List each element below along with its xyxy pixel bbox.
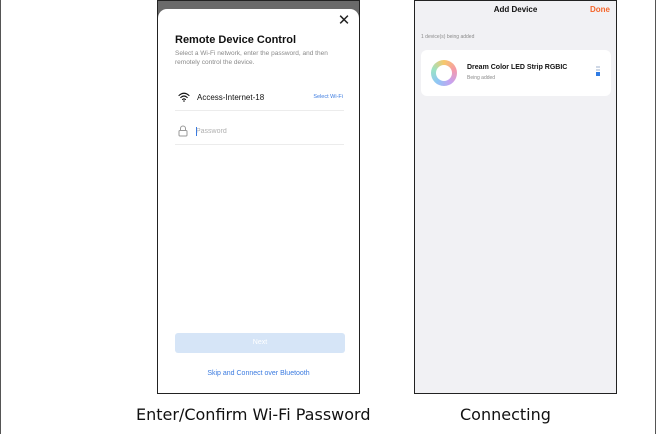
page: ✕ Remote Device Control Select a Wi-Fi n…: [0, 0, 657, 434]
frame-right-border: [655, 0, 656, 434]
add-device-header: Add Device Done: [415, 1, 616, 21]
add-device-title: Add Device: [493, 5, 538, 14]
skip-bluetooth-link[interactable]: Skip and Connect over Bluetooth: [158, 370, 359, 377]
wifi-icon: [178, 92, 190, 102]
wifi-network-name: Access-Internet-18: [197, 93, 265, 102]
lock-icon: [178, 125, 188, 137]
add-device-screen: Add Device Done 1 device(s) being added …: [414, 0, 617, 394]
device-name: Dream Color LED Strip RGBIC: [467, 64, 568, 71]
sheet-description: Select a Wi-Fi network, enter the passwo…: [175, 50, 328, 66]
wifi-network-row[interactable]: Access-Internet-18 Select Wi-Fi: [175, 89, 344, 111]
caption-connecting: Connecting: [460, 405, 551, 424]
remote-control-sheet: ✕ Remote Device Control Select a Wi-Fi n…: [158, 9, 359, 393]
next-button[interactable]: Next: [175, 333, 345, 353]
text-caret: [196, 127, 197, 136]
device-ring-icon: [431, 60, 457, 86]
done-button[interactable]: Done: [590, 5, 610, 14]
select-wifi-link[interactable]: Select Wi-Fi: [313, 94, 343, 100]
password-row: [175, 121, 344, 145]
wifi-password-screen: ✕ Remote Device Control Select a Wi-Fi n…: [157, 0, 360, 394]
devices-being-added-count: 1 device(s) being added: [421, 34, 475, 40]
caption-wifi-password: Enter/Confirm Wi-Fi Password: [136, 405, 371, 424]
device-card[interactable]: Dream Color LED Strip RGBIC Being added: [421, 50, 611, 96]
sheet-title: Remote Device Control: [175, 34, 297, 46]
frame-left-border: [0, 0, 1, 434]
device-status: Being added: [467, 75, 496, 81]
progress-icon: [595, 66, 601, 76]
close-icon[interactable]: ✕: [337, 13, 351, 28]
password-input[interactable]: [196, 124, 336, 138]
